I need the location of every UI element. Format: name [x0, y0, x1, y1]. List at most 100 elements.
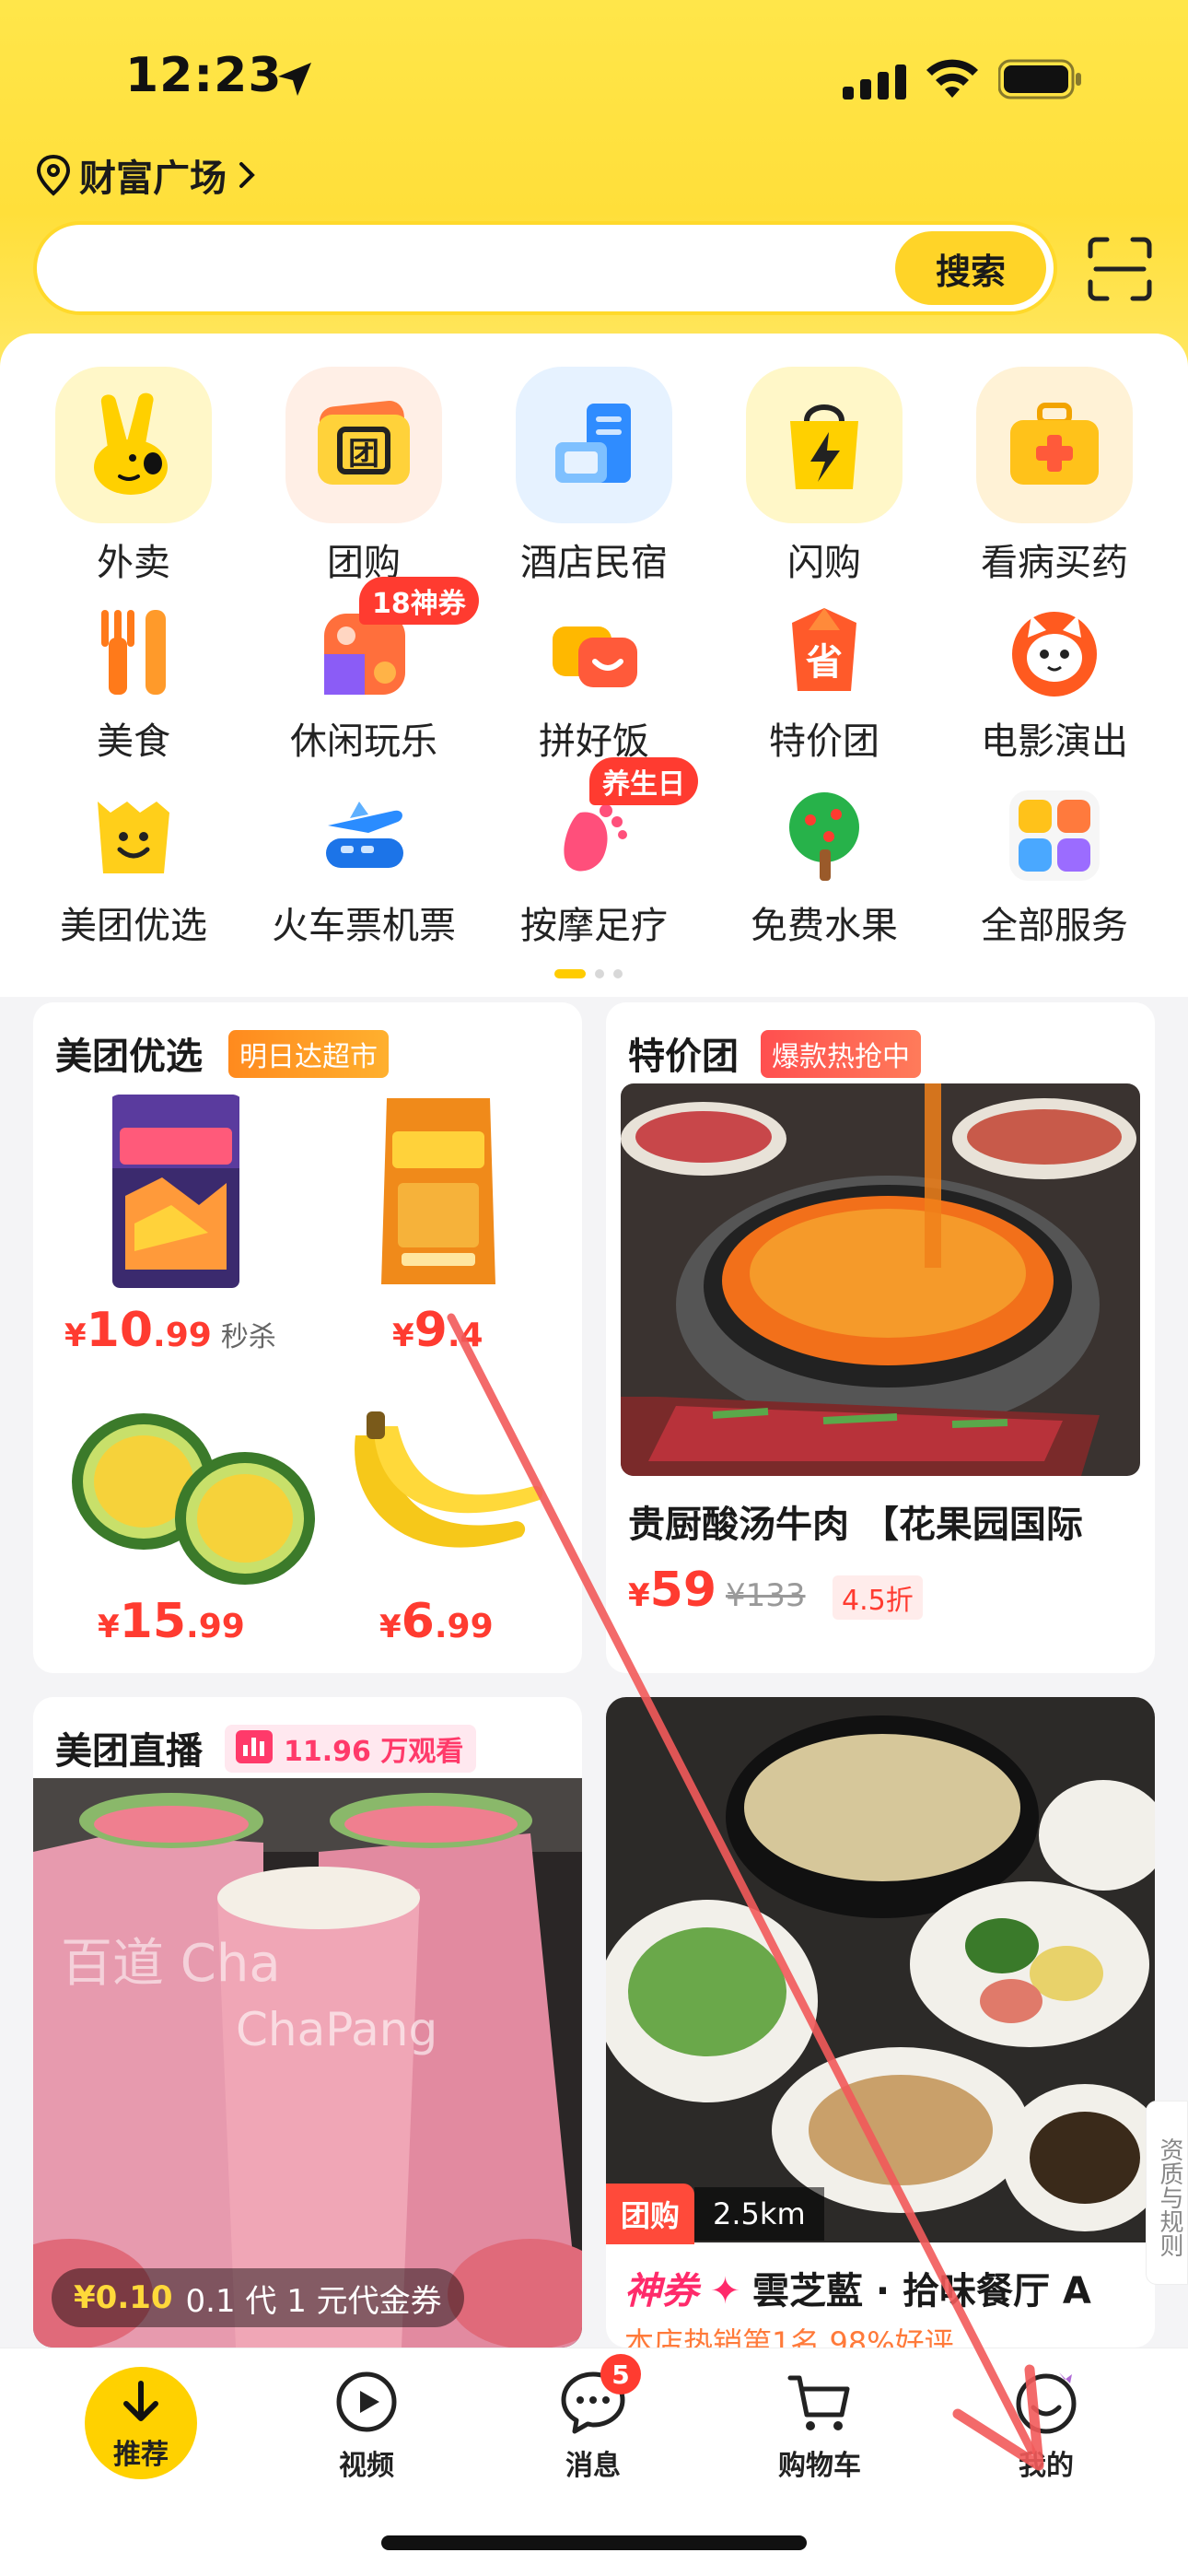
svg-text:ChaPang: ChaPang [236, 2003, 437, 2056]
service-pinhaofan[interactable]: 拼好饭 [479, 601, 709, 765]
card-tag: 明日达超市 [228, 1030, 389, 1078]
service-massage[interactable]: 养生日 按摩足疗 [479, 757, 709, 949]
services-row-2: 美食 18神券 休闲玩乐 拼好饭 省 特价团 电影演出 [0, 577, 1188, 785]
live-bars-icon [236, 1730, 273, 1763]
service-label: 美团优选 [60, 905, 207, 947]
service-movie[interactable]: 电影演出 [939, 601, 1170, 765]
service-youxuan[interactable]: 美团优选 [18, 785, 249, 949]
svg-text:省: 省 [806, 641, 843, 684]
product-image-snack[interactable] [107, 1095, 245, 1288]
shopping-cart-icon [785, 2367, 855, 2437]
service-meishi[interactable]: 美食 [18, 601, 249, 765]
product-image-bananas[interactable] [337, 1399, 558, 1583]
play-circle-icon [332, 2367, 402, 2437]
down-arrow-icon [123, 2381, 158, 2421]
product-price: ¥9.4 [392, 1303, 483, 1358]
movie-cat-icon [1004, 601, 1105, 702]
live-viewers-tag: 11.96 万观看 [225, 1725, 477, 1773]
tab-messages[interactable]: 5 消息 [501, 2354, 685, 2483]
deal-title: 贵厨酸汤牛肉 【花果园国际 [628, 1504, 1083, 1546]
service-medicine[interactable]: 看病买药 [939, 367, 1170, 586]
product-price: ¥6.99 [379, 1594, 494, 1649]
location-selector[interactable]: 财富广场 [35, 149, 258, 201]
service-waimai[interactable]: 外卖 [18, 367, 249, 586]
search-button[interactable]: 搜索 [895, 231, 1046, 305]
deal-image-hotpot[interactable] [621, 1083, 1140, 1476]
services-panel: 外卖 团 团购 酒店民宿 闪购 看病买药 美食 18神券 休闲玩乐 拼好饭 省 … [0, 334, 1188, 997]
page-dot [595, 969, 604, 978]
live-viewers-count: 11.96 万观看 [284, 1736, 464, 1768]
leisure-badge: 18神券 [359, 577, 479, 625]
flash-bag-icon [746, 367, 903, 523]
search-input[interactable]: 搜索 [33, 221, 1057, 315]
service-label: 美食 [97, 720, 170, 763]
deal-price: ¥59 [628, 1563, 717, 1618]
sparkle-icon: ✦ [709, 2270, 741, 2313]
tab-cart[interactable]: 购物车 [728, 2367, 912, 2483]
svg-text:百道 Cha: 百道 Cha [61, 1934, 281, 1994]
tuangou-image-hotpot[interactable] [606, 1697, 1155, 2242]
tab-label: 消息 [565, 2450, 621, 2482]
delivery-bunny-icon [55, 367, 212, 523]
home-indicator [381, 2535, 807, 2550]
service-hotel[interactable]: 酒店民宿 [479, 367, 709, 586]
tuangou-tag: 团购 [606, 2184, 695, 2244]
service-fruit[interactable]: 免费水果 [709, 785, 939, 949]
service-label: 免费水果 [751, 905, 898, 947]
product-image-melon[interactable] [70, 1408, 319, 1592]
group-buy-ticket-icon: 团 [285, 367, 442, 523]
service-tejiatuan[interactable]: 省 特价团 [709, 601, 939, 765]
smiley-bag-icon [83, 785, 184, 886]
card-tag: 爆款热抢中 [761, 1030, 921, 1078]
tejiatuan-card[interactable]: 特价团 爆款热抢中 贵厨酸汤牛肉 【花果园国际 ¥59 ¥133 4.5折 [606, 1002, 1155, 1673]
service-shangou[interactable]: 闪购 [709, 367, 939, 586]
page-dot [613, 969, 623, 978]
location-pin-icon [36, 154, 71, 196]
service-tuangou[interactable]: 团 团购 [249, 367, 479, 586]
services-row-main: 外卖 团 团购 酒店民宿 闪购 看病买药 [0, 367, 1188, 584]
tuangou-card[interactable]: 团购 2.5km 神券 ✦ 雲芝藍 · 拾味餐厅 A 本店热销第1名 98%好评 [606, 1697, 1155, 2348]
leisure-grid-icon: 18神券 [313, 577, 479, 702]
card-title: 特价团 [628, 1036, 739, 1078]
foot-icon: 养生日 [543, 757, 698, 886]
live-card[interactable]: 美团直播 11.96 万观看 百道 Cha ChaPang ¥0.10 0.1 … [33, 1697, 582, 2348]
massage-badge: 养生日 [589, 757, 698, 805]
page-indicator [554, 969, 623, 978]
status-time: 12:23 [125, 48, 283, 103]
service-label: 特价团 [769, 720, 879, 763]
service-label: 休闲玩乐 [290, 720, 437, 763]
tab-label: 我的 [1019, 2450, 1074, 2482]
deal-discount-badge: 4.5折 [833, 1575, 923, 1620]
service-label: 火车票机票 [272, 905, 456, 947]
services-row-3: 美团优选 火车票机票 养生日 按摩足疗 免费水果 全部服务 [0, 757, 1188, 969]
live-promo-pill[interactable]: ¥0.10 0.1 代 1 元代金券 [52, 2268, 464, 2327]
youxuan-card[interactable]: 美团优选 明日达超市 ¥10.99 秒杀 ¥9.4 ¥15.99 ¥6.99 [33, 1002, 582, 1673]
card-title: 美团直播 [55, 1730, 203, 1773]
header: 12:23 财富广场 搜索 [0, 0, 1188, 387]
product-image-milk-powder[interactable] [374, 1095, 503, 1288]
tuangou-shop-line: 神券 ✦ 雲芝藍 · 拾味餐厅 A [624, 2261, 1091, 2314]
tab-label: 推荐 [113, 2439, 169, 2471]
promo-price: ¥0.10 [74, 2279, 173, 2316]
service-xiuxian[interactable]: 18神券 休闲玩乐 [249, 577, 479, 765]
qualification-rules-tab[interactable]: 资质与规则 [1146, 2101, 1188, 2285]
service-tickets[interactable]: 火车票机票 [249, 785, 479, 949]
service-all[interactable]: 全部服务 [939, 785, 1170, 949]
tab-me[interactable]: 我的 [954, 2367, 1138, 2483]
service-label: 外卖 [97, 542, 170, 584]
chat-bubble-icon: 5 [558, 2354, 641, 2437]
shenquan-brand: 神券 [624, 2270, 698, 2313]
tab-video[interactable]: 视频 [274, 2367, 459, 2483]
live-video-thumbnail[interactable]: 百道 Cha ChaPang [33, 1778, 582, 2348]
product-price: ¥10.99 秒杀 [64, 1303, 276, 1358]
location-label: 财富广场 [79, 158, 227, 200]
plane-train-icon [313, 785, 414, 886]
tab-recommend[interactable]: 推荐 [85, 2367, 197, 2479]
svg-text:团: 团 [348, 436, 379, 473]
status-bar: 12:23 [0, 0, 1188, 157]
scan-icon[interactable] [1087, 236, 1153, 302]
service-label: 全部服务 [981, 905, 1128, 947]
tuangou-meta-bar: 团购 2.5km [606, 2184, 824, 2244]
chevron-right-icon [239, 162, 255, 188]
location-arrow-icon [278, 63, 311, 96]
